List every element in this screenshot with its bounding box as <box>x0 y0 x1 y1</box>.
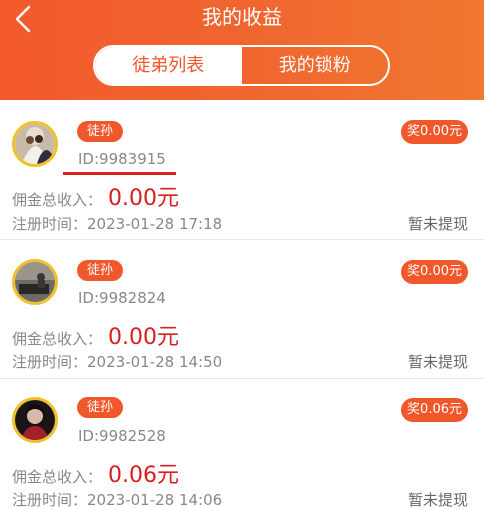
member-card[interactable]: 徒孙 ID:9982824 奖0.00元 佣金总收入： 0.00元 注册时间：20… <box>0 240 484 379</box>
reward-badge: 奖0.06元 <box>401 398 468 422</box>
piano-photo-avatar-icon <box>15 262 55 302</box>
member-id: ID:9982824 <box>78 289 166 307</box>
registration-row: 注册时间：2023-01-28 14:50 <box>12 351 222 372</box>
withdraw-status: 暂未提现 <box>407 491 468 509</box>
registration-time: 2023-01-28 14:06 <box>87 491 223 509</box>
registration-row: 注册时间：2023-01-28 14:06 <box>12 489 222 510</box>
registration-label: 注册时间： <box>12 353 88 371</box>
withdraw-status: 暂未提现 <box>407 215 468 233</box>
income-value: 0.00元 <box>108 325 180 350</box>
tab-apprentice-list[interactable]: 徒弟列表 <box>95 47 242 84</box>
member-card[interactable]: 徒孙 ID:9982528 奖0.06元 佣金总收入： 0.06元 注册时间：20… <box>0 379 484 510</box>
id-underline-mark <box>63 172 176 175</box>
app-header: 我的收益 徒弟列表 我的锁粉 <box>0 0 484 100</box>
income-row: 佣金总收入： 0.06元 <box>12 457 179 489</box>
registration-row: 注册时间：2023-01-28 17:18 <box>12 213 222 234</box>
withdraw-status: 暂未提现 <box>407 353 468 371</box>
member-list: 徒孙 ID:9983915 奖0.00元 佣金总收入： 0.00元 注册时间：20… <box>0 100 484 510</box>
relation-badge: 徒孙 <box>77 121 124 142</box>
income-label: 佣金总收入： <box>12 330 103 348</box>
registration-label: 注册时间： <box>12 215 88 233</box>
registration-label: 注册时间： <box>12 491 88 509</box>
page-title: 我的收益 <box>202 5 282 29</box>
avatar <box>12 259 58 305</box>
income-value: 0.06元 <box>108 463 180 488</box>
member-id: ID:9983915 <box>78 150 166 168</box>
member-id: ID:9982528 <box>78 427 166 445</box>
reward-badge: 奖0.00元 <box>401 260 468 284</box>
income-value: 0.00元 <box>108 186 180 211</box>
registration-time: 2023-01-28 14:50 <box>87 353 223 371</box>
registration-time: 2023-01-28 17:18 <box>87 215 223 233</box>
income-row: 佣金总收入： 0.00元 <box>12 319 179 351</box>
income-label: 佣金总收入： <box>12 468 103 486</box>
income-label: 佣金总收入： <box>12 191 103 209</box>
avatar <box>12 397 58 443</box>
income-row: 佣金总收入： 0.00元 <box>12 180 179 212</box>
relation-badge: 徒孙 <box>77 260 124 281</box>
relation-badge: 徒孙 <box>77 397 124 418</box>
tab-switcher: 徒弟列表 我的锁粉 <box>93 45 390 86</box>
avatar <box>12 121 58 167</box>
reward-badge: 奖0.00元 <box>401 120 468 144</box>
portrait-photo-avatar-icon <box>15 400 55 440</box>
member-card[interactable]: 徒孙 ID:9983915 奖0.00元 佣金总收入： 0.00元 注册时间：20… <box>0 100 484 240</box>
wedding-photo-avatar-icon <box>15 124 55 164</box>
tab-locked-fans[interactable]: 我的锁粉 <box>242 47 389 84</box>
